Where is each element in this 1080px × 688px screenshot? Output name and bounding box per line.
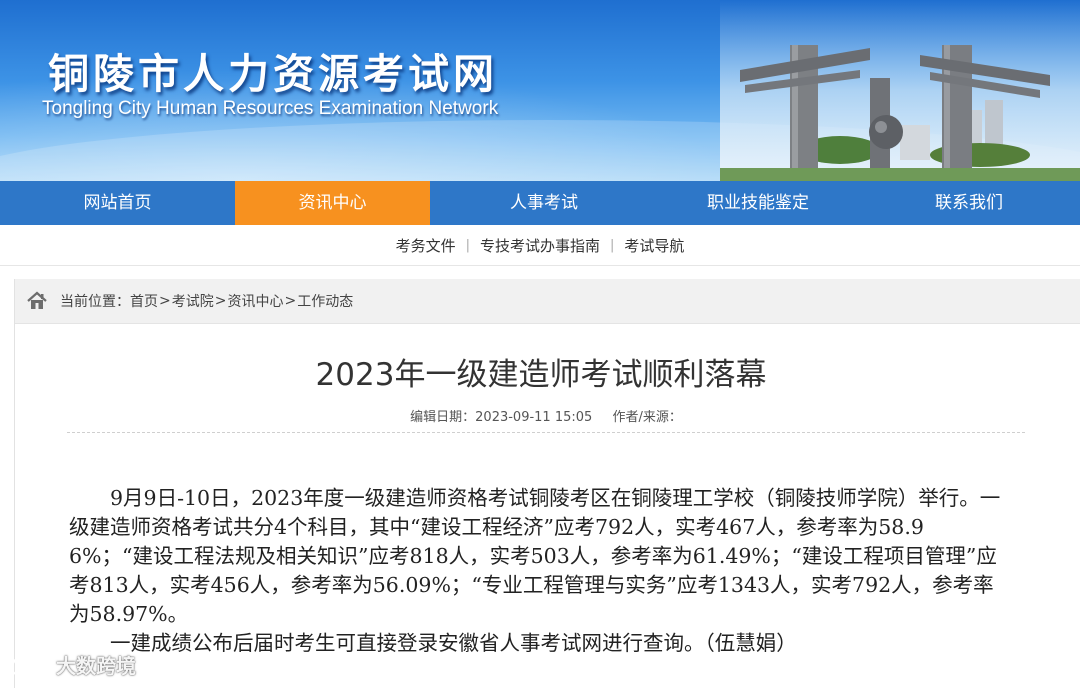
watermark-text: 大数跨境: [56, 654, 136, 678]
breadcrumb-home[interactable]: 首页: [130, 291, 158, 311]
breadcrumb-separator: >: [159, 293, 171, 309]
article-title: 2023年一级建造师考试顺利落幕: [315, 357, 767, 393]
site-subtitle: Tongling City Human Resources Examinatio…: [42, 98, 499, 119]
breadcrumb-work-news[interactable]: 工作动态: [297, 291, 353, 311]
nav-item-contact[interactable]: 联系我们: [858, 181, 1080, 225]
breadcrumb-separator: >: [214, 293, 227, 309]
breadcrumb-separator: >: [284, 293, 297, 309]
nav-item-exams[interactable]: 人事考试: [430, 181, 658, 225]
main-nav: 网站首页 资讯中心 人事考试 职业技能鉴定 联系我们: [0, 181, 1080, 225]
breadcrumb-news-center[interactable]: 资讯中心: [227, 291, 283, 311]
watermark: 大数跨境: [8, 650, 136, 679]
article-body: 9月9日-10日，2023年度一级建造师资格考试铜陵考区在铜陵理工学校（铜陵技师…: [69, 484, 1007, 658]
article-meta: 编辑日期：2023-09-11 15:05 作者/来源：: [67, 406, 1025, 433]
subnav-link-guide[interactable]: 专技考试办事指南: [470, 235, 610, 256]
breadcrumb-prefix: 当前位置：: [60, 294, 130, 310]
article-author: 作者/来源：: [612, 410, 682, 425]
article-date: 编辑日期：2023-09-11 15:05: [410, 410, 593, 425]
subnav-link-exam-files[interactable]: 考务文件: [386, 235, 466, 256]
logo-mark-icon: [10, 656, 46, 675]
sub-nav: 考务文件 | 专技考试办事指南 | 考试导航: [0, 225, 1080, 266]
nav-item-home[interactable]: 网站首页: [0, 181, 235, 225]
nav-item-news[interactable]: 资讯中心: [235, 181, 430, 225]
subnav-link-exam-nav[interactable]: 考试导航: [614, 235, 694, 256]
breadcrumb: 当前位置： 首页 > 考试院 > 资讯中心 > 工作动态: [15, 279, 1080, 324]
site-banner: 铜陵市人力资源考试网 Tongling City Human Resources…: [0, 0, 1080, 181]
landmark-sculpture-image: [720, 0, 1080, 181]
article-paragraph: 一建成绩公布后届时考生可直接登录安徽省人事考试网进行查询。（伍慧娟）: [110, 631, 797, 655]
breadcrumb-exam-institute[interactable]: 考试院: [172, 291, 214, 311]
content-panel: 当前位置： 首页 > 考试院 > 资讯中心 > 工作动态 2023年一级建造师考…: [14, 279, 1080, 688]
article-paragraph: 9月9日-10日，2023年度一级建造师资格考试铜陵考区在铜陵理工学校（铜陵技师…: [69, 486, 1001, 626]
home-icon: [27, 291, 47, 309]
site-title[interactable]: 铜陵市人力资源考试网: [48, 40, 498, 100]
nav-item-skills[interactable]: 职业技能鉴定: [658, 181, 858, 225]
